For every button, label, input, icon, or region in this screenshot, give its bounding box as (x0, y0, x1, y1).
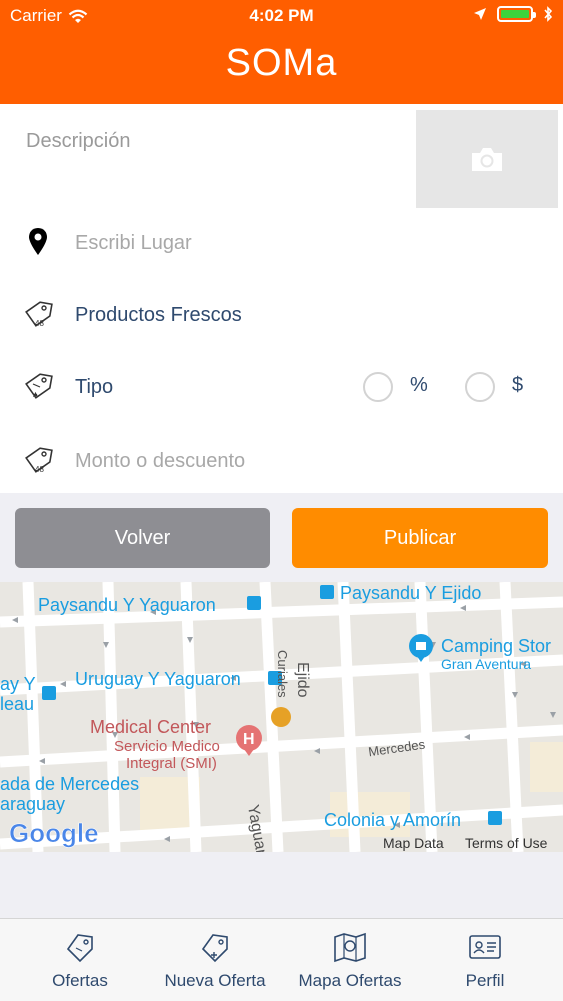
map-label-place-1b: araguay (0, 794, 65, 814)
dollar-radio[interactable] (465, 372, 495, 402)
tab-perfil[interactable]: Perfil (425, 919, 545, 1001)
map-label-camping: Camping Stor (441, 636, 551, 656)
tab-bar: Ofertas Nueva Oferta Mapa Ofertas Perfil (0, 918, 563, 1001)
svg-text:H: H (243, 731, 255, 748)
terms-link[interactable]: Terms of Use (465, 835, 548, 851)
status-bar: Carrier 4:02 PM (0, 0, 563, 32)
type-row: Tipo % $ (0, 368, 563, 408)
location-arrow-icon (474, 8, 486, 20)
map-label-medical: Medical Center (90, 717, 211, 737)
discount-tag-icon (25, 373, 53, 399)
tag-icon: 48 (25, 301, 53, 328)
percent-radio[interactable] (363, 372, 393, 402)
map-label-stop-2: Paysandu Y Ejido (340, 583, 481, 603)
map-label-medical-sub2: Integral (SMI) (126, 755, 217, 772)
status-right (473, 6, 553, 22)
tag-icon: 48 (25, 447, 53, 474)
offer-form: Descripción Escribi Lugar 48 Productos F… (0, 104, 563, 493)
map-label-camping-sub: Gran Aventura (441, 656, 531, 672)
category-row[interactable]: 48 Productos Frescos (0, 296, 563, 336)
street-ejido: Ejido (294, 662, 311, 698)
tab-ofertas[interactable]: Ofertas (20, 919, 140, 1001)
amount-row[interactable]: 48 Monto o descuento (0, 442, 563, 482)
street-curiales: Curiales (275, 650, 290, 698)
tab-label: Nueva Oferta (164, 971, 266, 990)
map-label-stop-5: Colonia y Amorín (324, 810, 461, 830)
percent-label: % (410, 374, 428, 396)
map-icon (334, 932, 366, 963)
bluetooth-icon (544, 6, 553, 22)
type-label: Tipo (75, 376, 114, 398)
tab-label: Perfil (465, 971, 505, 990)
map-label-stop-3: Uruguay Y Yaguaron (75, 669, 241, 689)
id-card-icon (469, 935, 501, 959)
tab-label: Mapa Ofertas (298, 971, 402, 990)
tab-nueva-oferta[interactable]: Nueva Oferta (155, 919, 275, 1001)
app-title: SOMa (225, 42, 338, 84)
amount-input[interactable]: Monto o descuento (75, 450, 245, 473)
dollar-label: $ (512, 374, 524, 396)
publish-button[interactable]: Publicar (292, 508, 548, 568)
map-label-stop-4a: ay Y (0, 674, 36, 694)
svg-text:Google: Google (9, 818, 99, 848)
map-label-stop-1: Paysandu Y Yaguaron (38, 595, 216, 615)
map-canvas: H Paysandu Y Yaguaron Paysandu Y Ejido U… (0, 582, 563, 852)
tag-number: 48 (35, 319, 44, 328)
tab-label: Ofertas (52, 971, 108, 990)
map-view[interactable]: H Paysandu Y Yaguaron Paysandu Y Ejido U… (0, 582, 563, 852)
tab-mapa-ofertas[interactable]: Mapa Ofertas (290, 919, 410, 1001)
map-label-stop-4b: leau (0, 694, 34, 714)
category-value[interactable]: Productos Frescos (75, 304, 242, 327)
google-logo: Google (9, 818, 99, 849)
tag-icon (66, 934, 93, 963)
place-row[interactable]: Escribi Lugar (0, 224, 563, 264)
description-input[interactable]: Descripción (26, 130, 130, 153)
app-header: Carrier 4:02 PM SOMa (0, 0, 563, 104)
map-data-link[interactable]: Map Data (383, 835, 444, 851)
back-button[interactable]: Volver (15, 508, 270, 568)
tag-number: 48 (35, 465, 44, 474)
place-input[interactable]: Escribi Lugar (75, 232, 192, 255)
battery-icon (497, 6, 536, 22)
map-label-place-1a: ada de Mercedes (0, 774, 139, 794)
map-pin-icon (29, 228, 47, 255)
location-marker[interactable] (271, 707, 291, 727)
map-label-medical-sub1: Servicio Medico (114, 738, 220, 755)
camera-icon (472, 148, 502, 171)
photo-picker[interactable] (416, 110, 558, 208)
new-tag-icon (201, 934, 228, 963)
